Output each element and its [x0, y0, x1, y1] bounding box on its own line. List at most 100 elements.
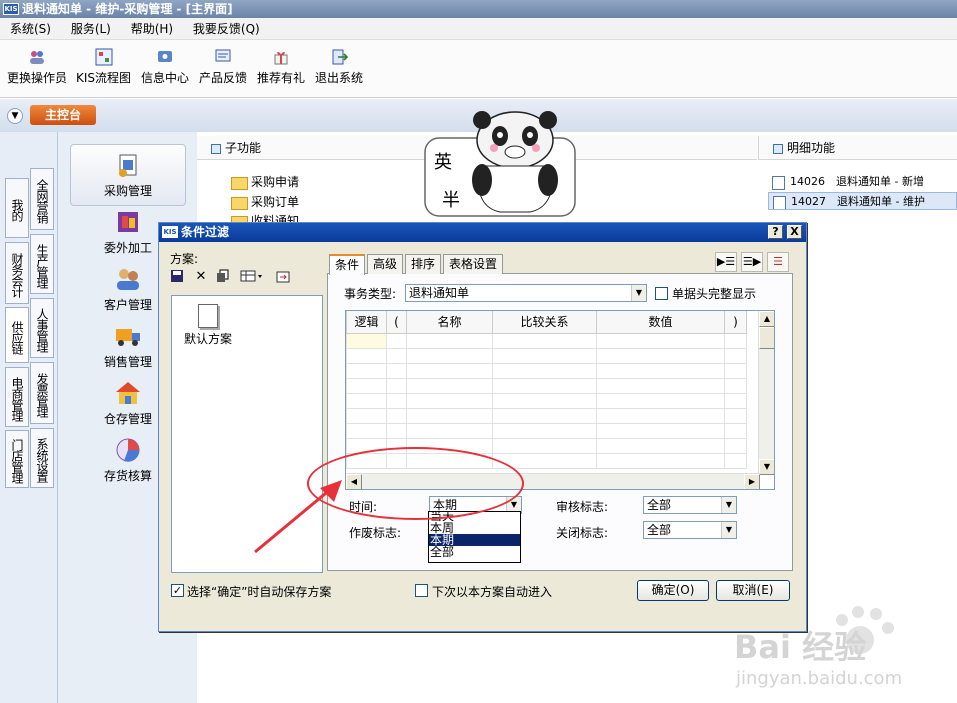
- close-flag-select[interactable]: 全部 ▼: [643, 521, 737, 539]
- customer-icon: [117, 269, 139, 290]
- chevron-down-icon[interactable]: ▼: [7, 108, 23, 124]
- dialog-kis-logo-icon: KIS: [162, 226, 178, 238]
- scroll-thumb[interactable]: [759, 327, 774, 349]
- tab-store[interactable]: 门店管理: [5, 430, 29, 488]
- scroll-right-icon[interactable]: ▶: [744, 474, 760, 489]
- menu-system[interactable]: 系统(S): [0, 18, 57, 40]
- column-left-paren[interactable]: (: [386, 311, 407, 334]
- export-icon[interactable]: [275, 269, 291, 285]
- tab-my-kis[interactable]: 我的KIS: [0, 178, 29, 238]
- table-row[interactable]: [346, 362, 747, 379]
- copy-icon[interactable]: [215, 269, 231, 285]
- menu-help[interactable]: 帮助(H): [121, 18, 179, 40]
- audit-flag-select[interactable]: 全部 ▼: [643, 496, 737, 514]
- panda-sticker-image: 英 半: [424, 111, 576, 217]
- column-logic[interactable]: 逻辑: [346, 311, 387, 334]
- void-flag-label: 作废标志:: [349, 526, 402, 540]
- recommend-gift-button[interactable]: 推荐有礼: [257, 48, 305, 86]
- tab-system-settings[interactable]: 系统设置: [30, 428, 54, 488]
- tab-supply-chain[interactable]: 供应链: [5, 307, 29, 363]
- chevron-down-icon: ▼: [721, 522, 736, 538]
- delete-icon[interactable]: ✕: [193, 269, 209, 285]
- close-button[interactable]: X: [787, 225, 802, 239]
- product-feedback-button[interactable]: 产品反馈: [199, 48, 247, 86]
- auto-enter-label: 下次以本方案自动进入: [432, 585, 553, 599]
- truck-icon: [116, 329, 140, 346]
- detail-function-header: 明细功能: [758, 136, 957, 160]
- kis-flowchart-button[interactable]: KIS流程图: [76, 48, 131, 86]
- tab-invoice[interactable]: 发票管理: [30, 362, 54, 424]
- exit-system-button[interactable]: 退出系统: [315, 48, 363, 86]
- warehouse-icon: [116, 382, 140, 404]
- sticker-text-2: 半: [442, 190, 460, 211]
- gift-icon: [274, 52, 288, 65]
- table-row[interactable]: [346, 332, 747, 349]
- append-row-icon[interactable]: ☰▶: [741, 252, 763, 272]
- folder-receipt-notice[interactable]: 收料通知: [231, 212, 299, 222]
- watermark-url: jingyan.baidu.com: [736, 668, 903, 689]
- scroll-down-icon[interactable]: ▼: [759, 459, 774, 475]
- tab-table-settings[interactable]: 表格设置: [443, 254, 504, 274]
- folder-purchase-order[interactable]: 采购订单: [231, 193, 299, 211]
- column-right-paren[interactable]: ): [724, 311, 747, 334]
- time-option-period[interactable]: 本期: [429, 534, 520, 546]
- feedback-icon: [215, 49, 231, 62]
- delete-row-icon[interactable]: ☰: [767, 252, 789, 272]
- full-header-label: 单据头完整显示: [672, 287, 757, 301]
- outsourcing-icon: [118, 212, 138, 232]
- grid-view-icon[interactable]: [239, 269, 265, 285]
- default-scheme-item[interactable]: 默认方案: [184, 304, 232, 347]
- menu-bar: 系统(S) 服务(L) 帮助(H) 我要反馈(Q): [0, 18, 957, 40]
- chevron-down-icon: ▼: [631, 285, 646, 301]
- tab-marketing[interactable]: 全网营销: [30, 168, 54, 230]
- auto-enter-checkbox[interactable]: [415, 584, 428, 597]
- detail-item-maintain[interactable]: 14027 退料通知单 - 维护: [768, 192, 957, 210]
- auto-save-label: 选择“确定”时自动保存方案: [187, 585, 332, 599]
- column-name[interactable]: 名称: [406, 311, 493, 334]
- window-title: 退料通知单 - 维护-采购管理 - [主界面]: [22, 2, 233, 16]
- business-type-select[interactable]: 退料通知单 ▼: [405, 284, 647, 302]
- column-compare[interactable]: 比较关系: [492, 311, 597, 334]
- purchase-icon: [119, 154, 137, 177]
- module-purchase[interactable]: 采购管理: [70, 144, 186, 206]
- tab-condition[interactable]: 条件: [329, 254, 366, 275]
- kis-logo-icon: KIS: [3, 3, 19, 15]
- scheme-document-icon: [198, 304, 218, 328]
- auto-save-checkbox[interactable]: ✓: [171, 584, 184, 597]
- watermark-brand: Bai 经验: [734, 628, 867, 666]
- switch-operator-button[interactable]: 更换操作员: [7, 48, 67, 86]
- tab-sort[interactable]: 排序: [405, 254, 442, 274]
- folder-purchase-request[interactable]: 采购申请: [231, 173, 299, 191]
- menu-feedback[interactable]: 我要反馈(Q): [183, 18, 266, 40]
- ok-button[interactable]: 确定(O): [637, 580, 709, 601]
- save-icon[interactable]: [169, 269, 185, 285]
- menu-service[interactable]: 服务(L): [61, 18, 117, 40]
- full-header-checkbox[interactable]: [655, 287, 668, 300]
- tab-finance[interactable]: 财务会计: [5, 242, 29, 304]
- column-value[interactable]: 数值: [596, 311, 725, 334]
- condition-table: 逻辑 ( 名称 比较关系 数值 ): [346, 311, 747, 469]
- sticker-text-1: 英: [434, 152, 452, 173]
- dialog-tabs: 条件 高级 排序 表格设置: [329, 254, 509, 275]
- vertical-scrollbar[interactable]: ▲ ▼: [758, 311, 774, 475]
- table-row[interactable]: [346, 347, 747, 364]
- left-category-tabs: 我的KIS 财务会计 供应链 电商管理 门店管理 全网营销 生产管理 人事管理 …: [0, 132, 57, 703]
- time-option-all[interactable]: 全部: [429, 546, 520, 558]
- tab-hr[interactable]: 人事管理: [30, 298, 54, 358]
- time-option-week[interactable]: 本周: [429, 522, 520, 534]
- window-title-bar: KIS 退料通知单 - 维护-采购管理 - [主界面]: [0, 0, 957, 18]
- table-row[interactable]: [346, 392, 747, 409]
- scroll-up-icon[interactable]: ▲: [759, 311, 774, 327]
- tab-advanced[interactable]: 高级: [367, 254, 404, 274]
- table-row[interactable]: [346, 407, 747, 424]
- info-center-button[interactable]: 信息中心: [141, 48, 189, 86]
- detail-item-add[interactable]: 14026 退料通知单 - 新增: [768, 173, 957, 191]
- insert-row-icon[interactable]: ▶☰: [715, 252, 737, 272]
- help-button[interactable]: ?: [768, 225, 783, 239]
- table-row[interactable]: [346, 377, 747, 394]
- condition-filter-dialog: KIS 条件过滤 ? X 方案: ✕ 默认方案 条件 高级 排序 表格设置 ▶☰…: [158, 222, 807, 632]
- table-row[interactable]: [346, 422, 747, 439]
- tab-main-console[interactable]: 主控台: [30, 105, 96, 125]
- tab-ecommerce[interactable]: 电商管理: [5, 367, 29, 427]
- tab-production[interactable]: 生产管理: [30, 234, 54, 294]
